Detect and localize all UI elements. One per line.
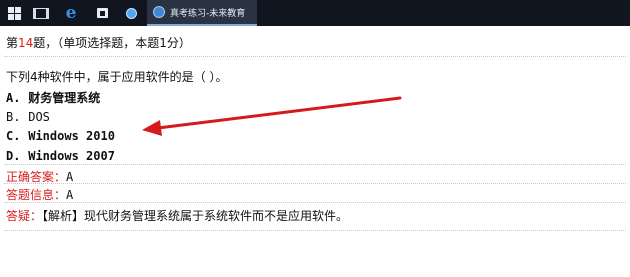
option-b[interactable]: B. DOS — [6, 110, 50, 124]
option-a[interactable]: A. 财务管理系统 — [6, 89, 100, 106]
option-letter: A. — [6, 91, 21, 105]
question-header-prefix: 第 — [6, 36, 19, 50]
exam-app-icon — [153, 6, 165, 18]
explanation-text: 【解析】现代财务管理系统属于系统软件而不是应用软件。 — [42, 209, 349, 223]
divider — [4, 56, 626, 57]
option-text: DOS — [28, 110, 50, 124]
divider — [4, 164, 626, 165]
option-letter: C. — [6, 129, 21, 143]
divider — [4, 183, 626, 184]
explanation-label: 答疑： — [6, 209, 43, 223]
taskbar-active-app[interactable]: 真考练习-未来教育 — [147, 0, 257, 26]
divider — [4, 202, 626, 203]
option-letter: D. — [6, 149, 21, 163]
question-header: 第14题，（单项选择题，本题1分） — [6, 34, 191, 51]
answer-info-row: 答题信息：A — [6, 186, 73, 203]
taskbar: e 真考练习-未来教育 — [0, 0, 630, 26]
option-text: 财务管理系统 — [28, 91, 101, 105]
correct-answer-value: A — [66, 170, 74, 184]
taskbar-app-title: 真考练习-未来教育 — [170, 8, 246, 19]
option-d[interactable]: D. Windows 2007 — [6, 149, 115, 163]
option-text: Windows 2010 — [28, 129, 115, 143]
question-number: 14 — [18, 36, 34, 50]
question-panel: 第14题，（单项选择题，本题1分） 下列4种软件中，属于应用软件的是（ ）。 A… — [0, 26, 630, 277]
question-stem: 下列4种软件中，属于应用软件的是（ ）。 — [6, 70, 228, 84]
option-letter: B. — [6, 110, 21, 124]
answer-info-label: 答题信息： — [6, 188, 67, 202]
option-c[interactable]: C. Windows 2010 — [6, 129, 115, 143]
windows-start-icon[interactable] — [6, 0, 22, 26]
correct-answer-label: 正确答案： — [6, 170, 67, 184]
question-header-suffix: 题，（单项选择题，本题1分） — [33, 36, 191, 50]
option-text: Windows 2007 — [28, 149, 115, 163]
app-circle-icon[interactable] — [123, 0, 139, 26]
divider — [4, 230, 626, 231]
store-icon[interactable] — [94, 0, 110, 26]
task-view-icon[interactable] — [33, 0, 49, 26]
explanation-row: 答疑：【解析】现代财务管理系统属于系统软件而不是应用软件。 — [6, 207, 348, 224]
answer-info-value: A — [66, 188, 74, 202]
edge-browser-icon[interactable]: e — [62, 0, 80, 26]
